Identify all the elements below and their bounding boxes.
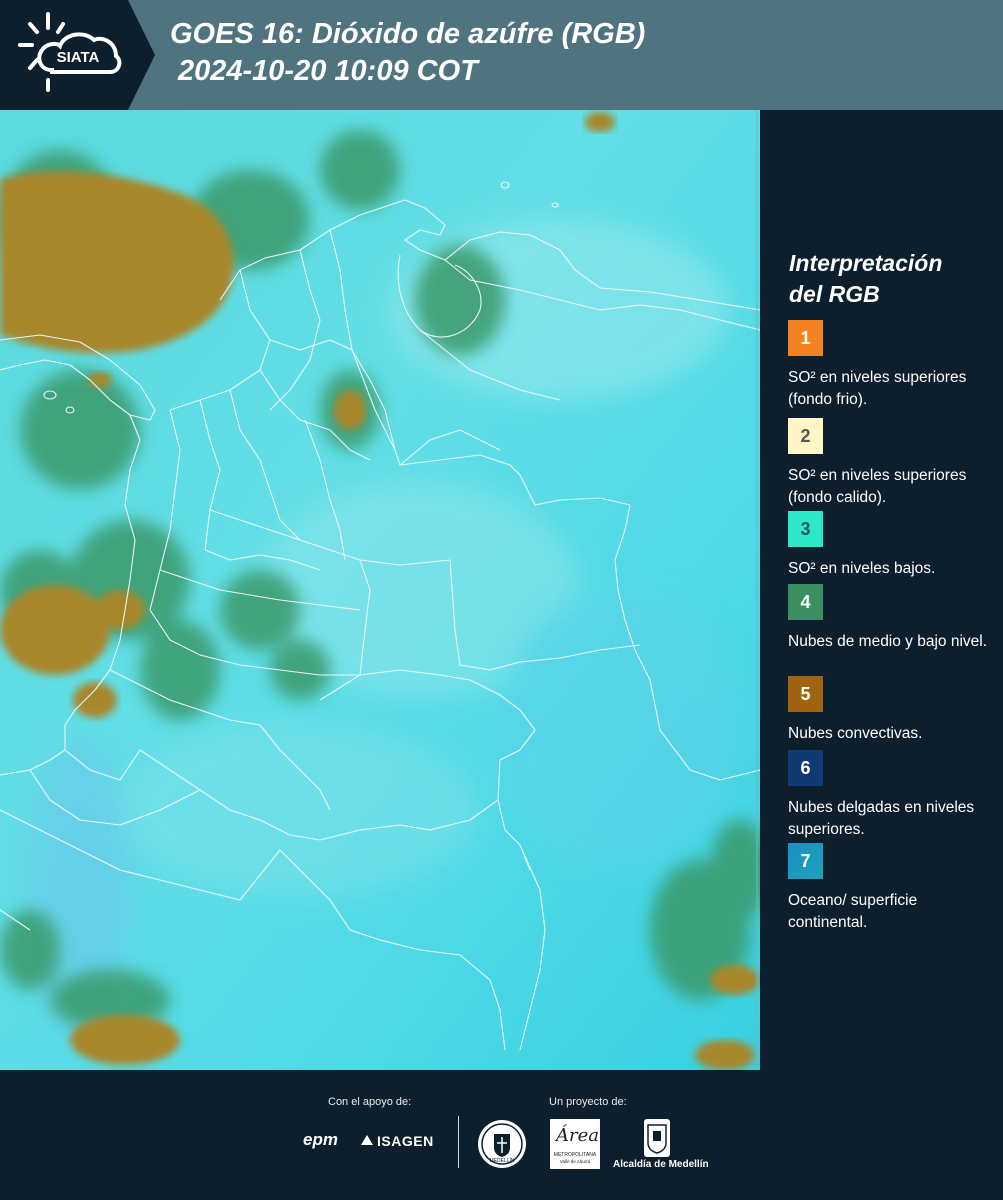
legend-label-7: Oceano/ superficie continental.	[788, 892, 918, 931]
alcaldia-shield	[644, 1119, 670, 1157]
legend-label-1: SO² en niveles superiores (fondo frio).	[788, 369, 967, 408]
legend-item-7: 7 Oceano/ superficie continental.	[788, 843, 998, 934]
area-metropolitana-logo: Área METROPOLITANA Valle de Aburrá	[550, 1119, 600, 1169]
shield-icon	[647, 1124, 667, 1154]
legend-label-3: SO² en niveles bajos.	[788, 560, 936, 577]
legend-item-1: 1 SO² en niveles superiores (fondo frio)…	[788, 320, 998, 411]
project-caption: Un proyecto de:	[549, 1096, 627, 1108]
brand-text: SIATA	[57, 49, 100, 66]
isagen-text: ISAGEN	[377, 1133, 434, 1149]
area-logo-sub2: Valle de Aburrá	[559, 1159, 591, 1164]
legend-item-2: 2 SO² en niveles superiores (fondo calid…	[788, 418, 998, 509]
legend-label-4: Nubes de medio y bajo nivel.	[788, 633, 988, 650]
legend-swatch-5: 5	[788, 676, 823, 712]
legend-title-line-1: Interpretación	[789, 250, 943, 276]
support-caption: Con el apoyo de:	[328, 1096, 412, 1108]
legend-swatch-2: 2	[788, 418, 823, 454]
title-line-2: 2024-10-20 10:09 COT	[178, 55, 478, 87]
legend-label-5: Nubes convectivas.	[788, 725, 923, 742]
isagen-mark-icon	[361, 1135, 373, 1145]
legend-item-4: 4 Nubes de medio y bajo nivel.	[788, 584, 998, 653]
medellin-seal: MEDELLÍN	[478, 1120, 526, 1168]
legend-item-3: 3 SO² en niveles bajos.	[788, 511, 998, 580]
seal-caption: MEDELLÍN	[489, 1158, 515, 1164]
header-bar: SIATA GOES 16: Dióxido de azúfre (RGB) 2…	[0, 0, 1003, 110]
legend-swatch-1: 1	[788, 320, 823, 356]
legend-label-2: SO² en niveles superiores (fondo calido)…	[788, 467, 967, 506]
legend-panel: Interpretación del RGB 1 SO² en niveles …	[760, 110, 1003, 1070]
legend-item-6: 6 Nubes delgadas en niveles superiores.	[788, 750, 998, 841]
siata-logo: SIATA	[0, 0, 155, 110]
legend-label-6: Nubes delgadas en niveles superiores.	[788, 799, 975, 838]
legend-swatch-6: 6	[788, 750, 823, 786]
legend-title-line-2: del RGB	[789, 281, 880, 307]
epm-logo: epm	[303, 1130, 338, 1149]
footer: Con el apoyo de: Un proyecto de: epm ISA…	[0, 1070, 1003, 1200]
area-logo-text: Área	[556, 1125, 599, 1146]
legend-swatch-3: 3	[788, 511, 823, 547]
page-title: GOES 16: Dióxido de azúfre (RGB) 2024-10…	[170, 16, 645, 90]
siata-sun-cloud-icon: SIATA	[18, 12, 122, 92]
legend-swatch-7: 7	[788, 843, 823, 879]
satellite-map[interactable]	[0, 110, 760, 1070]
legend-title: Interpretación del RGB	[789, 248, 999, 310]
page: { "header": { "brand": "SIATA", "title_l…	[0, 0, 1003, 1200]
footer-divider	[458, 1116, 459, 1168]
legend-swatch-4: 4	[788, 584, 823, 620]
title-line-1: GOES 16: Dióxido de azúfre (RGB)	[170, 18, 646, 50]
alcaldia-text: Alcaldía de Medellín	[613, 1159, 709, 1170]
area-logo-sub: METROPOLITANA	[553, 1152, 597, 1158]
legend-item-5: 5 Nubes convectivas.	[788, 676, 998, 745]
